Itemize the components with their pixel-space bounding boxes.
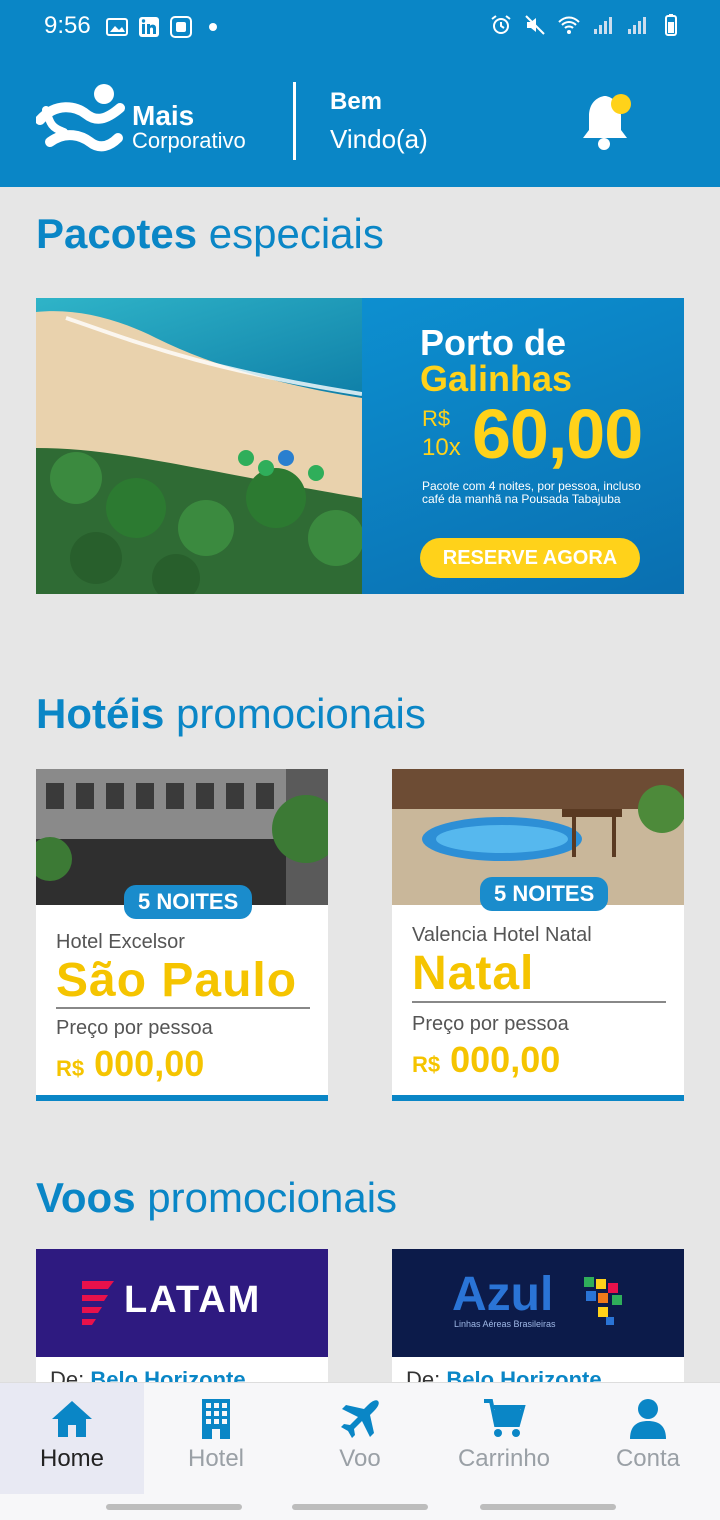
brand-logo: Mais Corporativo: [36, 80, 266, 160]
banner-currency: R$: [422, 406, 451, 431]
latam-logo-text: LATAM: [124, 1279, 262, 1321]
latam-header: LATAM: [36, 1249, 328, 1357]
latam-logo-icon: [82, 1281, 114, 1325]
reserve-now-button[interactable]: RESERVE AGORA: [420, 538, 640, 578]
nav-hotel[interactable]: Hotel: [144, 1383, 288, 1495]
status-bar: 9:56: [0, 0, 720, 56]
cart-icon: [484, 1399, 526, 1437]
nights-badge: 5 NOITES: [124, 885, 253, 919]
nav-hotel-label: Hotel: [187, 1445, 245, 1472]
download-icon: [170, 16, 192, 38]
hotel-name: Valencia Hotel Natal: [412, 924, 592, 946]
linkedin-icon: [139, 17, 159, 37]
brazil-map-icon: [584, 1277, 622, 1325]
azul-logo-subtitle: Linhas Aéreas Brasileiras: [454, 1319, 556, 1329]
porto-de-galinhas-banner[interactable]: Porto de Galinhas R$ 10x 60,00 Pacote co…: [36, 298, 684, 594]
nav-conta-label: Conta: [615, 1445, 681, 1472]
azul-header: Azul Linhas Aéreas Brasileiras: [392, 1249, 684, 1357]
card-divider: [412, 1001, 666, 1003]
hotel-name: Hotel Excelsor: [56, 931, 185, 953]
building-icon: [202, 1399, 230, 1439]
bottom-navigation: Home Hotel Voo Carrinho Conta: [0, 1382, 720, 1495]
logo-text-corporativo: Corporativo: [132, 128, 246, 153]
nav-home[interactable]: Home: [0, 1383, 144, 1495]
hotel-card-excelsor[interactable]: 5 NOITES Hotel Excelsor São Paulo Preço …: [36, 769, 328, 1101]
banner-installments: 10x: [422, 434, 461, 461]
price-value: 000,00: [450, 1039, 561, 1080]
gallery-icon: [106, 18, 128, 36]
welcome-text-line1: Bem: [330, 88, 383, 115]
hotels-section-title: Hotéis promocionais: [36, 690, 426, 737]
mute-icon: [525, 15, 545, 35]
notification-bell-icon[interactable]: [575, 90, 639, 154]
welcome-text-line2: Vindo(a): [330, 124, 428, 154]
home-icon: [52, 1401, 92, 1437]
signal-icon-2: [628, 17, 646, 34]
banner-price: 60,00: [472, 395, 643, 473]
price-label: Preço por pessoa: [412, 1013, 569, 1035]
alarm-icon: [491, 15, 511, 34]
nav-home-label: Home: [39, 1445, 105, 1472]
banner-description: Pacote com 4 noites, por pessoa, incluso…: [422, 479, 641, 506]
hotel-price: R$ 000,00: [56, 1043, 204, 1085]
banner-promo-panel: Porto de Galinhas R$ 10x 60,00 Pacote co…: [362, 298, 684, 594]
airplane-icon: [341, 1400, 379, 1438]
price-value: 000,00: [94, 1043, 205, 1084]
nights-badge: 5 NOITES: [480, 877, 609, 911]
card-divider: [56, 1007, 310, 1009]
nav-carrinho-label: Carrinho: [457, 1445, 551, 1472]
price-currency: R$: [56, 1056, 85, 1081]
signal-icon: [594, 17, 612, 34]
flight-card-latam[interactable]: LATAM De: Belo Horizonte: [36, 1249, 328, 1389]
notification-icons: [106, 16, 224, 38]
dot-icon: [209, 23, 217, 31]
system-gesture-bar: [0, 1494, 720, 1520]
price-label: Preço por pessoa: [56, 1017, 213, 1039]
wifi-icon: [558, 16, 580, 34]
nav-conta[interactable]: Conta: [576, 1383, 720, 1495]
packages-section-title: Pacotes especiais: [36, 210, 384, 257]
battery-icon: [665, 14, 677, 36]
system-icons: [490, 14, 682, 36]
gesture-pill-center[interactable]: [292, 1504, 428, 1510]
app-header: 9:56 Mais Corporativo Bem Vindo(a): [0, 0, 720, 187]
gesture-pill-right[interactable]: [480, 1504, 616, 1510]
hotel-price: R$ 000,00: [412, 1039, 560, 1081]
person-icon: [630, 1399, 666, 1439]
header-divider: [293, 82, 296, 160]
hotel-city: São Paulo: [56, 954, 298, 1007]
flight-card-azul[interactable]: Azul Linhas Aéreas Brasileiras De: Belo …: [392, 1249, 684, 1389]
hotel-city: Natal: [412, 947, 535, 1000]
gesture-pill-left[interactable]: [106, 1504, 242, 1510]
nav-voo-label: Voo: [339, 1445, 381, 1472]
price-currency: R$: [412, 1052, 441, 1077]
hotel-card-valencia[interactable]: 5 NOITES Valencia Hotel Natal Natal Preç…: [392, 769, 684, 1101]
runner-logo-icon: [36, 84, 125, 152]
azul-logo-text: Azul: [452, 1268, 554, 1321]
flights-section-title: Voos promocionais: [36, 1174, 398, 1221]
beach-photo: [36, 298, 362, 594]
status-time: 9:56: [44, 12, 91, 39]
nav-voo[interactable]: Voo: [288, 1383, 432, 1495]
nav-carrinho[interactable]: Carrinho: [432, 1383, 576, 1495]
